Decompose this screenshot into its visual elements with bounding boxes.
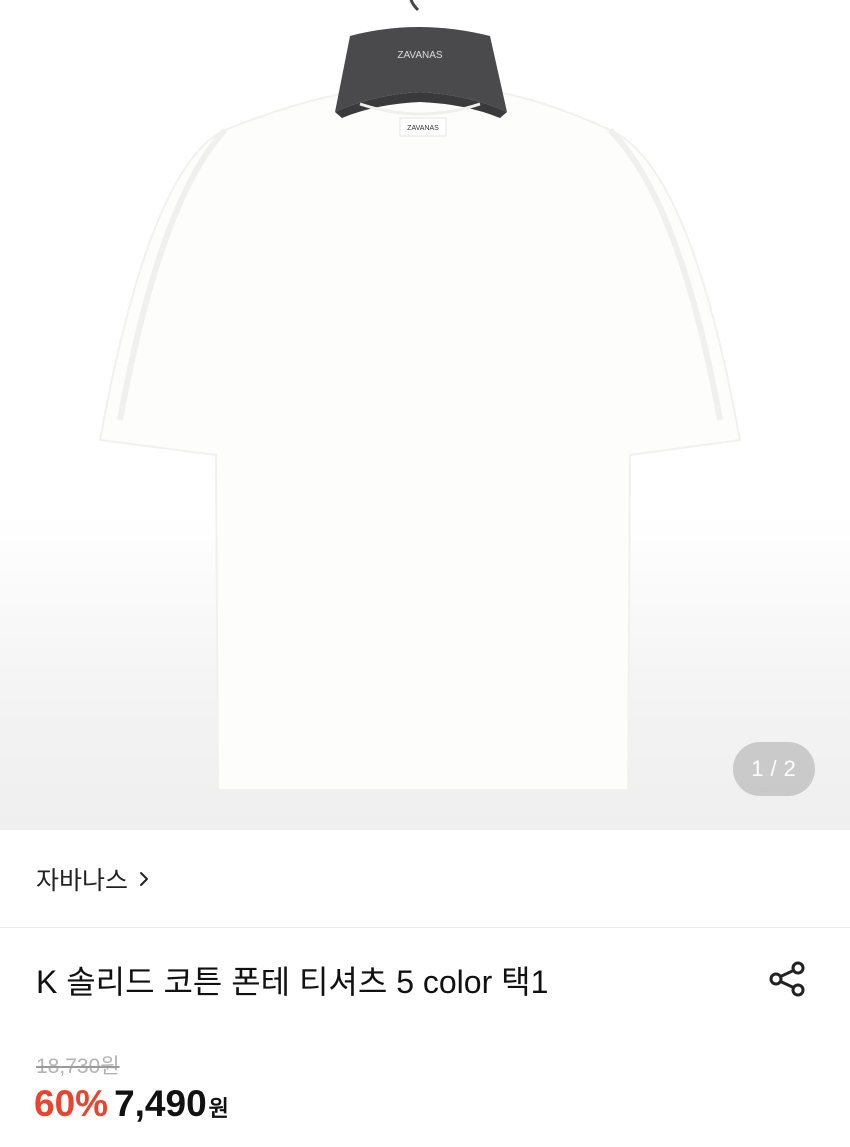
brand-link[interactable]: 자바나스 [36,861,150,897]
pager-separator: / [770,756,778,781]
image-pager-indicator: 1 / 2 [733,742,815,796]
chevron-right-icon [140,871,149,886]
discount-rate: 60% [34,1083,109,1124]
product-detail-page: ZAVANAS ZAVANAS 1 / 2 자바나스 K 솔리드 코튼 폰테 티… [0,0,850,1147]
product-title-row: K 솔리드 코튼 폰테 티셔츠 5 color 택1 [0,938,850,1022]
pager-total: 2 [783,756,797,781]
share-button[interactable] [764,956,810,1002]
price-row: 60% 7,490 원 [34,1083,229,1137]
neck-label: ZAVANAS [407,125,439,132]
original-price: 18,730원 [36,1055,120,1078]
brand-row: 자바나스 [0,830,850,928]
product-title: K 솔리드 코튼 폰테 티셔츠 5 color 택1 [36,964,549,1000]
hanger-logo: ZAVANAS [397,50,443,61]
brand-name: 자바나스 [36,866,129,895]
product-image: ZAVANAS ZAVANAS [98,0,742,791]
share-icon [769,961,805,997]
pager-current: 1 [751,756,765,781]
currency-unit: 원 [208,1096,229,1121]
sale-price: 7,490 [114,1083,207,1124]
product-image-gallery[interactable]: ZAVANAS ZAVANAS 1 / 2 [0,0,850,830]
